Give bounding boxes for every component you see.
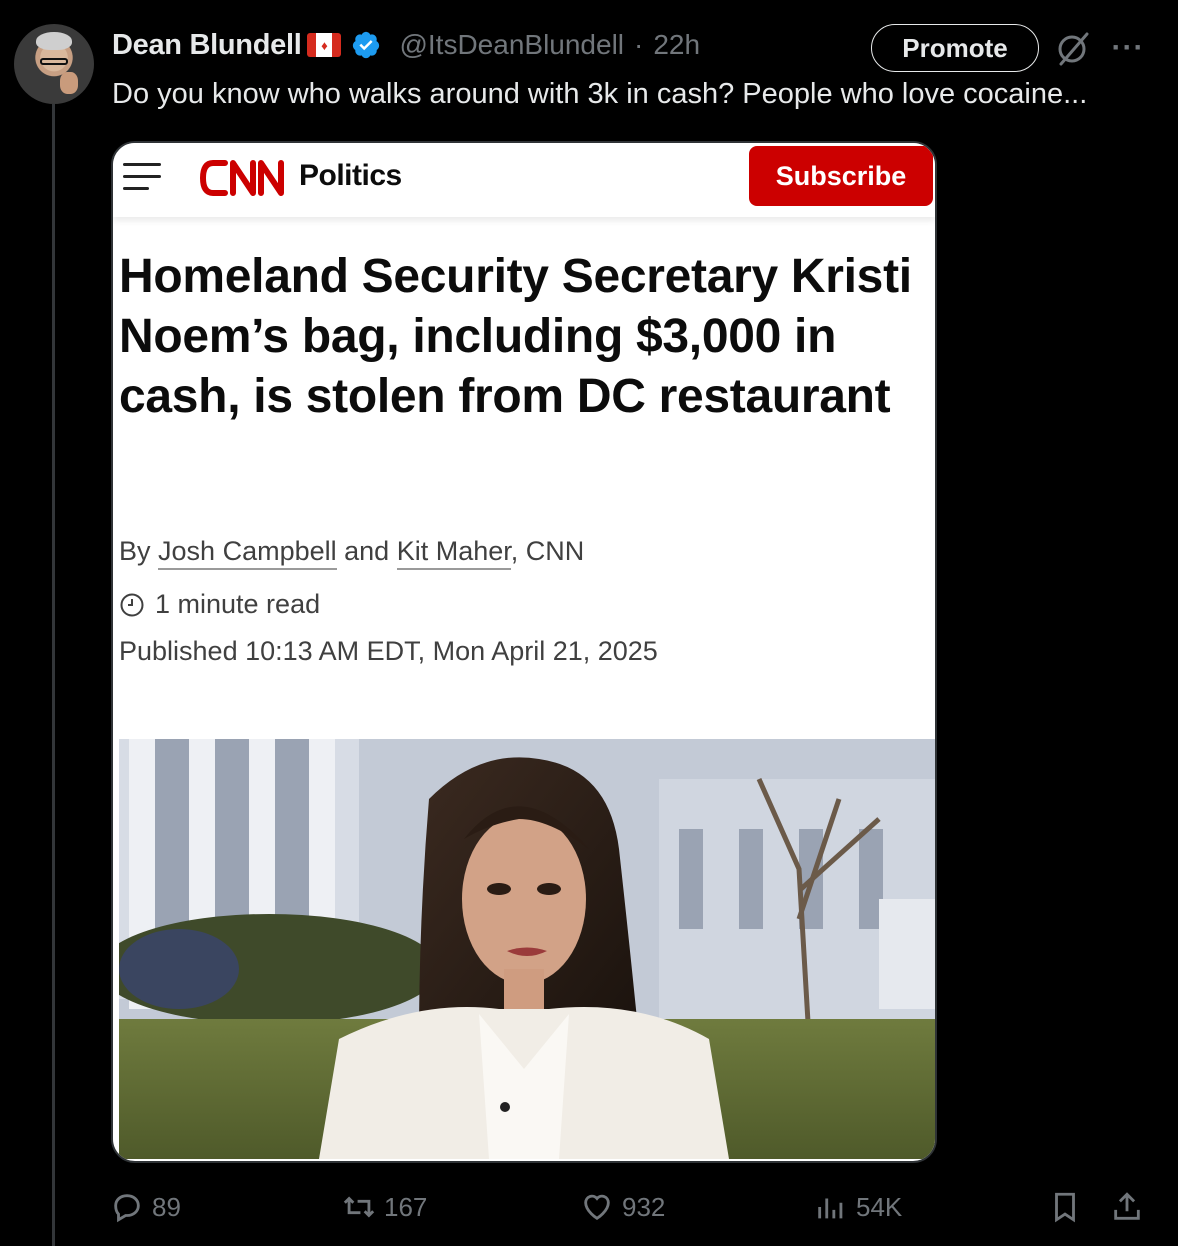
canada-flag-icon: ♦ [307,33,342,57]
share-action[interactable] [1110,1190,1144,1224]
attached-image-card[interactable]: Politics Subscribe Homeland Security Sec… [111,141,937,1163]
views-action[interactable]: 54K [814,1190,902,1224]
cnn-section-label: Politics [299,159,402,192]
avatar[interactable] [14,24,94,104]
read-time-label: 1 minute read [155,589,321,619]
grok-icon[interactable] [1055,28,1091,68]
separator-dot: · [634,29,644,60]
byline-suffix: , CNN [510,536,585,566]
repost-action[interactable]: 167 [342,1190,427,1224]
cnn-header: Politics Subscribe [113,143,935,217]
like-count: 932 [622,1191,666,1222]
like-action[interactable]: 932 [580,1190,665,1224]
subscribe-button: Subscribe [749,146,933,206]
author-link-josh-campbell: Josh Campbell [158,536,337,570]
repost-count: 167 [384,1191,428,1222]
byline-and: and [344,536,390,566]
post-header: Dean Blundell ♦ @ItsDeanBlundell · 22h [112,26,700,64]
reply-icon [114,1194,140,1223]
post-text: Do you know who walks around with 3k in … [112,78,1088,110]
bookmark-icon [1055,1192,1075,1223]
post-time[interactable]: 22h [653,29,700,61]
bookmark-action[interactable] [1048,1190,1082,1224]
share-icon [1114,1192,1140,1220]
reply-action[interactable]: 89 [110,1190,181,1224]
repost-icon [343,1196,375,1218]
more-options-icon[interactable]: ··· [1108,28,1148,68]
verified-badge-icon [353,31,380,59]
avatar-glasses [40,58,68,65]
heart-icon [584,1194,610,1221]
byline-prefix: By [119,536,151,566]
author-handle[interactable]: @ItsDeanBlundell [399,29,624,61]
author-link-kit-maher: Kit Maher [396,536,511,570]
hamburger-menu-icon [123,163,161,193]
reply-count: 89 [152,1191,181,1222]
article-headline: Homeland Security Secretary Kristi Noem’… [119,250,912,423]
views-icon [818,1198,843,1219]
thread-line [52,104,55,1246]
avatar-hand [60,72,78,94]
avatar-hair [36,32,72,50]
author-name[interactable]: Dean Blundell [112,29,302,62]
promote-button[interactable]: Promote [871,24,1039,72]
views-count: 54K [856,1191,903,1222]
published-date: Published 10:13 AM EDT, Mon April 21, 20… [119,636,658,666]
read-time: 1 minute read [119,589,320,620]
post-actions: 89 167 932 54K [110,1190,1150,1230]
article-photo [119,739,935,1159]
white-house-scene [119,739,935,1159]
clock-icon [120,593,144,616]
cnn-logo [200,160,284,196]
article-byline: By Josh Campbell and Kit Maher, CNN [119,536,585,570]
